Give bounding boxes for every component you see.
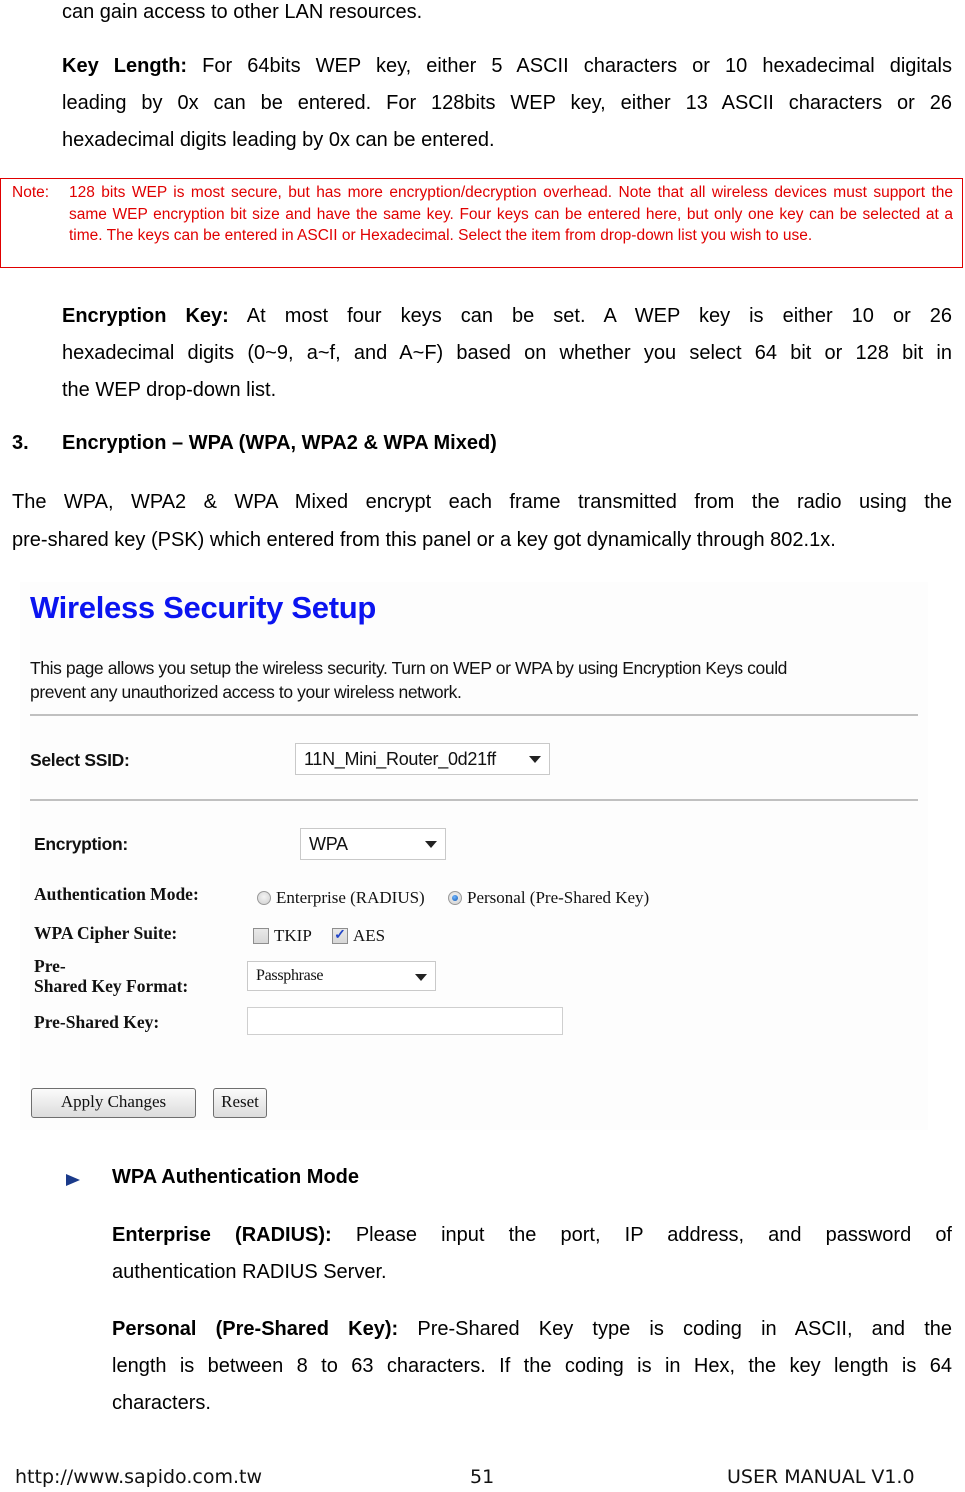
radio-personal[interactable] (448, 891, 462, 905)
wireless-security-screenshot: Wireless Security Setup This page allows… (20, 582, 928, 1130)
footer-url: http://www.sapido.com.tw (15, 1466, 262, 1488)
cipher-aes-option[interactable]: ✓ AES (332, 926, 385, 946)
chevron-down-icon (425, 841, 437, 848)
intro-tail-text: can gain access to other LAN resources. (62, 1, 423, 23)
radio-enterprise[interactable] (257, 891, 271, 905)
personal-label: Personal (Pre-Shared Key): (112, 1318, 399, 1340)
note-text: 128 bits WEP is most secure, but has mor… (69, 184, 953, 244)
personal-text-1: Pre-Shared Key type is coding in ASCII, … (398, 1318, 952, 1340)
enterprise-text-1: Please input the port, IP address, and p… (331, 1224, 952, 1246)
enterprise-text-2: authentication RADIUS Server. (112, 1261, 387, 1283)
checkbox-tkip[interactable] (253, 928, 269, 944)
psk-format-value: Passphrase (256, 967, 324, 984)
note-label: Note: (12, 184, 50, 201)
screenshot-title: Wireless Security Setup (30, 590, 377, 625)
wpa-intro-line-1: The WPA, WPA2 & WPA Mixed encrypt each f… (12, 491, 952, 513)
personal-text-2: length is between 8 to 63 characters. If… (112, 1355, 952, 1377)
reset-button[interactable]: Reset (213, 1088, 267, 1118)
divider (30, 799, 918, 801)
footer-page-number: 51 (470, 1466, 495, 1488)
psk-format-select[interactable]: Passphrase (247, 961, 436, 991)
personal-text-3: characters. (112, 1392, 211, 1414)
triangle-bullet-icon (66, 1174, 80, 1186)
chevron-down-icon (529, 756, 541, 763)
apply-changes-button[interactable]: Apply Changes (31, 1088, 196, 1118)
screenshot-description: This page allows you setup the wireless … (30, 658, 788, 702)
psk-input[interactable] (247, 1007, 563, 1035)
auth-mode-enterprise-option[interactable]: Enterprise (RADIUS) (257, 888, 425, 908)
footer-manual-version: USER MANUAL V1.0 (727, 1466, 915, 1488)
auth-mode-personal-option[interactable]: Personal (Pre-Shared Key) (448, 888, 649, 908)
cipher-tkip-option[interactable]: TKIP (253, 926, 312, 946)
enterprise-label: Enterprise (RADIUS): (112, 1224, 332, 1246)
key-length-label: Key Length: (62, 55, 188, 77)
encryption-key-label: Encryption Key: (62, 305, 229, 327)
ssid-select[interactable]: 11N_Mini_Router_0d21ff (295, 743, 550, 775)
psk-format-label: Pre- Shared Key Format: (34, 956, 189, 996)
cipher-suite-label: WPA Cipher Suite: (34, 923, 178, 943)
wpa-intro-line-2: pre-shared key (PSK) which entered from … (12, 529, 836, 551)
section-heading: 3. Encryption – WPA (WPA, WPA2 & WPA Mixe… (12, 432, 497, 455)
encryption-key-text-2: hexadecimal digits (0~9, a~f, and A~F) b… (62, 342, 952, 364)
chevron-down-icon (415, 974, 427, 981)
encryption-key-text-3: the WEP drop-down list. (62, 379, 277, 401)
encryption-label: Encryption: (34, 834, 128, 854)
encryption-select[interactable]: WPA (300, 828, 446, 860)
divider (30, 714, 918, 716)
ssid-value: 11N_Mini_Router_0d21ff (304, 749, 496, 769)
encryption-value: WPA (309, 834, 348, 854)
note-box: Note: 128 bits WEP is most secure, but h… (0, 178, 963, 268)
section-title: Encryption – WPA (WPA, WPA2 & WPA Mixed) (62, 432, 497, 454)
psk-label: Pre-Shared Key: (34, 1012, 160, 1032)
ssid-label: Select SSID: (30, 750, 130, 770)
encryption-key-text-1: At most four keys can be set. A WEP key … (228, 305, 953, 327)
section-number: 3. (12, 432, 29, 454)
auth-mode-label: Authentication Mode: (34, 884, 199, 904)
checkbox-aes[interactable]: ✓ (332, 928, 348, 944)
key-length-text-1: For 64bits WEP key, either 5 ASCII chara… (187, 55, 952, 77)
key-length-text-3: hexadecimal digits leading by 0x can be … (62, 129, 495, 151)
key-length-text-2: leading by 0x can be entered. For 128bit… (62, 92, 952, 114)
bullet-title: WPA Authentication Mode (112, 1166, 360, 1188)
